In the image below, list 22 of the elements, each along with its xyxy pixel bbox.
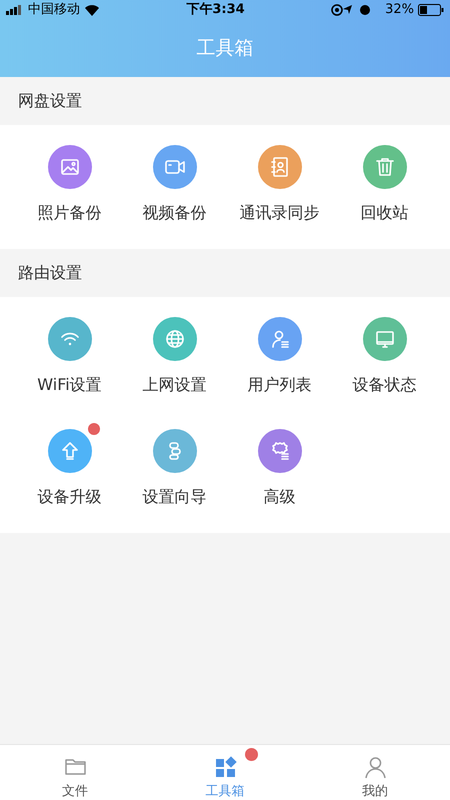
battery-icon — [418, 4, 444, 16]
tool-item[interactable]: 视频备份 — [122, 137, 227, 249]
tool-item[interactable]: 照片备份 — [17, 137, 122, 249]
tool-item[interactable]: 设备升级 — [17, 421, 122, 533]
clock-time: 下午3:34 — [186, 1, 245, 20]
wifi-icon — [84, 4, 100, 16]
tool-item[interactable]: 通讯录同步 — [227, 137, 332, 249]
page-title: 工具箱 — [196, 36, 254, 62]
signal-icon — [6, 5, 24, 15]
tool-item[interactable]: 上网设置 — [122, 309, 227, 421]
battery-percent: 32% — [385, 1, 414, 20]
tool-item[interactable]: 回收站 — [332, 137, 437, 249]
section-title: 网盘设置 — [18, 90, 82, 112]
tool-item[interactable]: 设备状态 — [332, 309, 437, 421]
section-title: 路由设置 — [18, 262, 82, 284]
tab-item[interactable]: 我的 — [300, 745, 450, 800]
carrier-name: 中国移动 — [28, 1, 80, 20]
tool-item[interactable]: 高级 — [227, 421, 332, 533]
tool-item[interactable]: 设置向导 — [122, 421, 227, 533]
tool-item[interactable]: 用户列表 — [227, 309, 332, 421]
tab-item[interactable]: 文件 — [0, 745, 150, 800]
tool-item[interactable]: WiFi设置 — [17, 309, 122, 421]
